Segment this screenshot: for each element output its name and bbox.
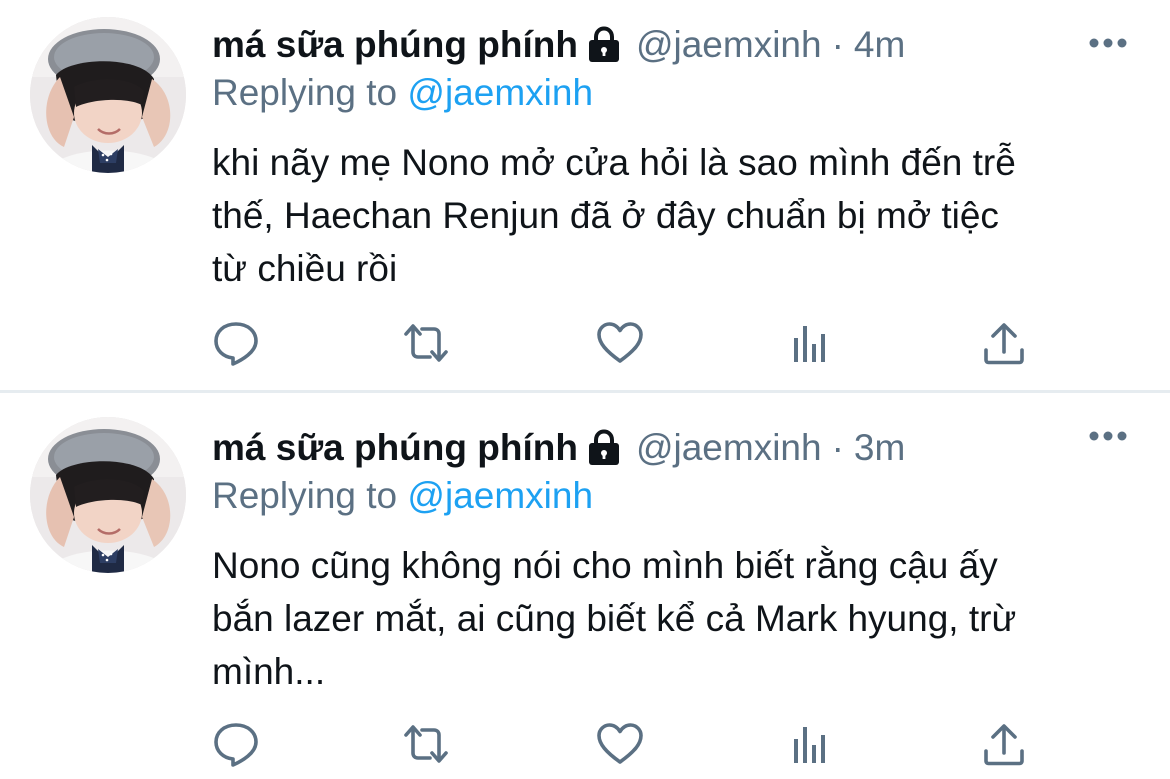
reply-icon[interactable] bbox=[212, 320, 260, 366]
username-handle[interactable]: @jaemxinh bbox=[636, 427, 822, 469]
tweet[interactable]: má sữa phúng phính @jaemxinh · 4m Replyi… bbox=[0, 0, 1170, 390]
display-name[interactable]: má sữa phúng phính bbox=[212, 24, 578, 66]
reply-icon[interactable] bbox=[212, 721, 260, 767]
avatar[interactable] bbox=[30, 17, 186, 173]
replying-to: Replying to @jaemxinh bbox=[212, 72, 593, 114]
tweet-text-line: bắn lazer mắt, ai cũng biết kể cả Mark h… bbox=[212, 598, 1017, 639]
replying-to-label: Replying to bbox=[212, 475, 398, 516]
replying-to: Replying to @jaemxinh bbox=[212, 475, 593, 517]
share-icon[interactable] bbox=[980, 320, 1028, 366]
tweet-text-line: Nono cũng không nói cho mình biết rằng c… bbox=[212, 545, 998, 586]
more-icon[interactable] bbox=[1088, 37, 1128, 49]
username-handle[interactable]: @jaemxinh bbox=[636, 24, 822, 66]
tweet-text: khi nãy mẹ Nono mở cửa hỏi là sao mình đ… bbox=[212, 136, 1132, 295]
share-icon[interactable] bbox=[980, 721, 1028, 767]
heart-icon[interactable] bbox=[596, 721, 644, 767]
lock-icon bbox=[586, 26, 622, 64]
replying-to-handle[interactable]: @jaemxinh bbox=[407, 475, 593, 516]
avatar[interactable] bbox=[30, 417, 186, 573]
more-icon[interactable] bbox=[1088, 430, 1128, 442]
avatar-image bbox=[30, 17, 186, 173]
analytics-icon[interactable] bbox=[788, 320, 836, 366]
tweet-text-line: mình... bbox=[212, 651, 326, 692]
separator-dot: · bbox=[831, 427, 844, 468]
separator-dot: · bbox=[831, 24, 844, 65]
retweet-icon[interactable] bbox=[402, 320, 450, 366]
analytics-icon[interactable] bbox=[788, 721, 836, 767]
tweet-text-line: từ chiều rồi bbox=[212, 248, 398, 289]
tweet-header: má sữa phúng phính @jaemxinh · 3m bbox=[212, 423, 905, 473]
timestamp[interactable]: 4m bbox=[854, 24, 905, 66]
lock-icon bbox=[586, 429, 622, 467]
timestamp[interactable]: 3m bbox=[854, 427, 905, 469]
tweet-actions bbox=[212, 320, 1032, 366]
heart-icon[interactable] bbox=[596, 320, 644, 366]
replying-to-handle[interactable]: @jaemxinh bbox=[407, 72, 593, 113]
avatar-image bbox=[30, 417, 186, 573]
tweet[interactable]: má sữa phúng phính @jaemxinh · 3m Replyi… bbox=[0, 393, 1170, 779]
display-name[interactable]: má sữa phúng phính bbox=[212, 427, 578, 469]
replying-to-label: Replying to bbox=[212, 72, 398, 113]
tweet-text-line: thế, Haechan Renjun đã ở đây chuẩn bị mở… bbox=[212, 195, 999, 236]
retweet-icon[interactable] bbox=[402, 721, 450, 767]
tweet-text-line: khi nãy mẹ Nono mở cửa hỏi là sao mình đ… bbox=[212, 142, 1016, 183]
tweet-header: má sữa phúng phính @jaemxinh · 4m bbox=[212, 20, 905, 70]
tweet-actions bbox=[212, 721, 1032, 767]
tweet-text: Nono cũng không nói cho mình biết rằng c… bbox=[212, 539, 1132, 698]
